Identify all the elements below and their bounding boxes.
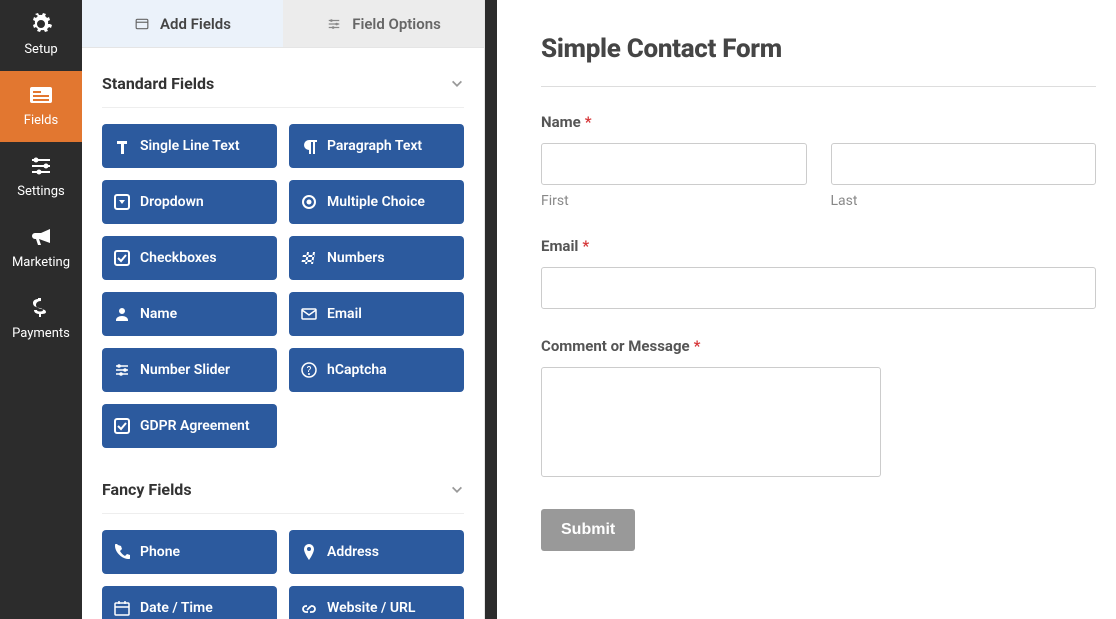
form-icon (27, 83, 55, 107)
message-textarea[interactable] (541, 367, 881, 477)
field-message: Comment or Message* (541, 337, 1096, 481)
field-btn-single-line-text[interactable]: Single Line Text (102, 124, 277, 168)
field-btn-date-time[interactable]: Date / Time (102, 586, 277, 619)
field-btn-label: Numbers (327, 250, 385, 266)
sliders-icon (326, 17, 342, 31)
field-btn-phone[interactable]: Phone (102, 530, 277, 574)
field-btn-label: Paragraph Text (327, 138, 422, 154)
field-btn-label: Number Slider (140, 362, 230, 378)
nav-label: Settings (4, 184, 78, 199)
field-btn-number-slider[interactable]: Number Slider (102, 348, 277, 392)
nav-label: Marketing (4, 255, 78, 270)
field-btn-multiple-choice[interactable]: Multiple Choice (289, 180, 464, 224)
check-icon (114, 250, 130, 266)
leftnav: Setup Fields Settings Marketing Payments (0, 0, 82, 619)
mail-icon (301, 306, 317, 322)
required-asterisk: * (585, 113, 592, 131)
field-btn-label: Name (140, 306, 177, 322)
field-email: Email* (541, 237, 1096, 309)
question-icon (301, 362, 317, 378)
nav-marketing[interactable]: Marketing (0, 213, 82, 284)
paragraph-icon (301, 138, 317, 154)
field-btn-address[interactable]: Address (289, 530, 464, 574)
email-input[interactable] (541, 267, 1096, 309)
section-title: Fancy Fields (102, 480, 192, 499)
field-btn-label: Dropdown (140, 194, 204, 210)
sliders-h-icon (114, 362, 130, 378)
required-asterisk: * (694, 337, 701, 355)
tab-field-options[interactable]: Field Options (283, 0, 484, 48)
nav-fields[interactable]: Fields (0, 71, 82, 142)
field-btn-label: Website / URL (327, 600, 416, 616)
field-btn-label: Address (327, 544, 379, 560)
field-name: Name* First Last (541, 113, 1096, 209)
field-label: Name* (541, 113, 1096, 131)
field-btn-label: Checkboxes (140, 250, 217, 266)
nav-settings[interactable]: Settings (0, 142, 82, 213)
nav-setup[interactable]: Setup (0, 0, 82, 71)
first-name-input[interactable] (541, 143, 807, 185)
gear-icon (27, 12, 55, 36)
section-standard-fields[interactable]: Standard Fields (102, 66, 464, 108)
field-btn-paragraph-text[interactable]: Paragraph Text (289, 124, 464, 168)
phone-icon (114, 544, 130, 560)
chevron-down-icon (450, 483, 464, 497)
field-label: Email* (541, 237, 1096, 255)
fancy-fields-grid: Phone Address Date / Time Website / URL (102, 514, 464, 619)
window-icon (134, 17, 150, 31)
radio-icon (301, 194, 317, 210)
submit-button[interactable]: Submit (541, 509, 635, 551)
chevron-down-icon (450, 77, 464, 91)
panel-tabs: Add Fields Field Options (82, 0, 484, 48)
nav-label: Fields (4, 113, 78, 128)
sublabel-last: Last (831, 193, 1097, 209)
field-btn-label: Multiple Choice (327, 194, 425, 210)
link-icon (301, 600, 317, 616)
nav-payments[interactable]: Payments (0, 284, 82, 355)
field-btn-website-url[interactable]: Website / URL (289, 586, 464, 619)
standard-fields-grid: Single Line Text Paragraph Text Dropdown Mu… (102, 108, 464, 466)
field-btn-checkboxes[interactable]: Checkboxes (102, 236, 277, 280)
tab-add-fields[interactable]: Add Fields (82, 0, 283, 48)
form-preview: Simple Contact Form Name* First Last Ema… (485, 0, 1116, 619)
section-fancy-fields[interactable]: Fancy Fields (102, 472, 464, 514)
panel-body: Standard Fields Single Line Text Paragrap… (82, 48, 484, 619)
nav-label: Setup (4, 42, 78, 57)
pin-icon (301, 544, 317, 560)
hash-icon (301, 250, 317, 266)
nav-label: Payments (4, 326, 78, 341)
field-btn-label: hCaptcha (327, 362, 387, 378)
field-label: Comment or Message* (541, 337, 1096, 355)
field-btn-label: Email (327, 306, 362, 322)
fields-panel: Add Fields Field Options Standard Fields… (82, 0, 485, 619)
sliders-icon (27, 154, 55, 178)
bullhorn-icon (27, 225, 55, 249)
section-title: Standard Fields (102, 74, 214, 93)
field-btn-label: GDPR Agreement (140, 418, 250, 434)
caret-square-icon (114, 194, 130, 210)
user-icon (114, 306, 130, 322)
text-icon (114, 138, 130, 154)
required-asterisk: * (582, 237, 589, 255)
form-title: Simple Contact Form (541, 34, 1096, 87)
field-btn-dropdown[interactable]: Dropdown (102, 180, 277, 224)
field-btn-name[interactable]: Name (102, 292, 277, 336)
field-btn-email[interactable]: Email (289, 292, 464, 336)
dollar-icon (27, 296, 55, 320)
field-btn-numbers[interactable]: Numbers (289, 236, 464, 280)
field-btn-label: Date / Time (140, 600, 213, 616)
field-btn-label: Phone (140, 544, 180, 560)
tab-label: Add Fields (160, 15, 231, 33)
field-btn-gdpr-agreement[interactable]: GDPR Agreement (102, 404, 277, 448)
calendar-icon (114, 600, 130, 616)
field-btn-label: Single Line Text (140, 138, 240, 154)
tab-label: Field Options (352, 15, 441, 33)
last-name-input[interactable] (831, 143, 1097, 185)
field-btn-hcaptcha[interactable]: hCaptcha (289, 348, 464, 392)
check-icon (114, 418, 130, 434)
sublabel-first: First (541, 193, 807, 209)
